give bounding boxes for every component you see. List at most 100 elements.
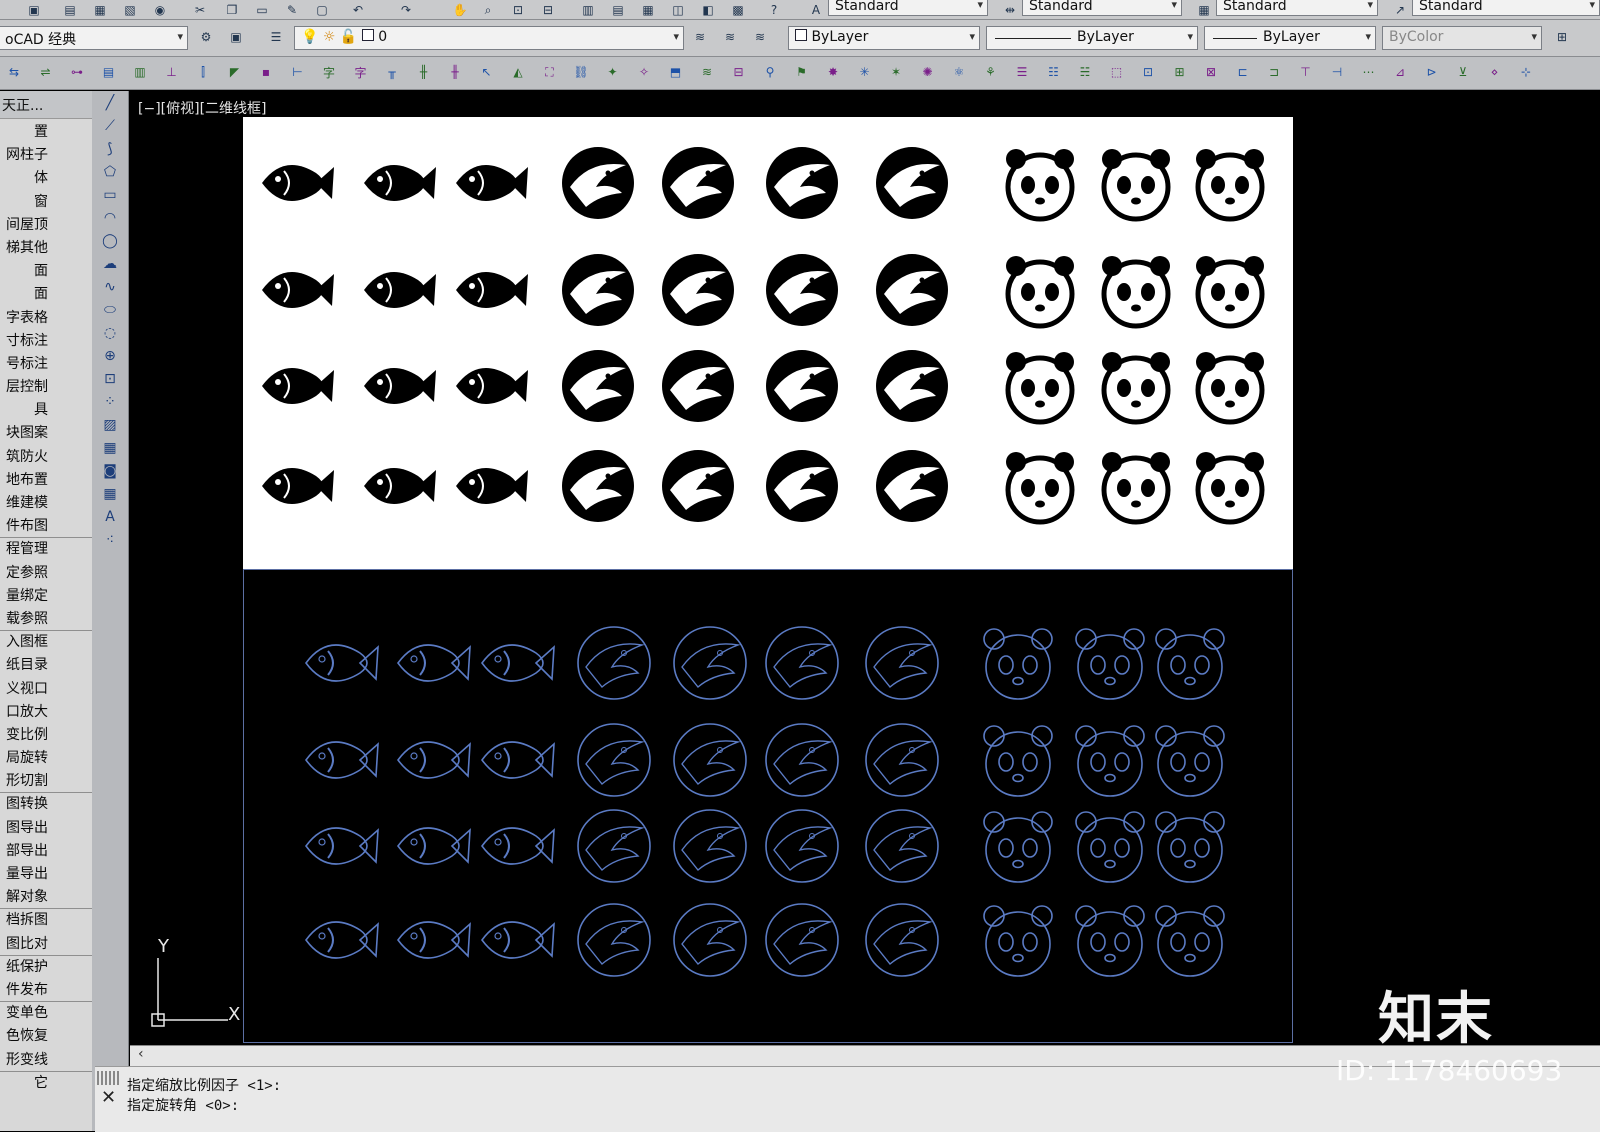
circle-icon[interactable]: ◯ xyxy=(92,229,128,252)
layer-dropdown[interactable]: 💡 ☼ 🔓 0 ▾ xyxy=(294,26,684,50)
command-close-icon[interactable]: ✕ xyxy=(101,1087,116,1108)
tangent-tool-icon[interactable]: ╫ xyxy=(414,64,434,80)
sidebar-item[interactable]: 量导出 xyxy=(0,863,92,886)
workspace-settings-icon[interactable]: ⚙ xyxy=(196,29,216,45)
color-dropdown[interactable]: ByLayer ▾ xyxy=(788,26,980,50)
polyline-icon[interactable]: ⟆ xyxy=(92,137,128,160)
lineweight-dropdown[interactable]: ByLayer ▾ xyxy=(1204,26,1376,50)
tangent-tool-icon[interactable]: ✧ xyxy=(634,64,654,80)
tangent-tool-icon[interactable]: ⬒ xyxy=(666,64,686,80)
tangent-tool-icon[interactable]: ⚛ xyxy=(949,64,969,80)
tangent-tool-icon[interactable]: ⚑ xyxy=(792,64,812,80)
tangent-tool-icon[interactable]: ⊳ xyxy=(1422,64,1442,80)
rectangle-icon[interactable]: ▭ xyxy=(92,183,128,206)
tangent-tool-icon[interactable]: ⊤ xyxy=(1296,64,1316,80)
zoom-realtime-icon[interactable]: ⌕ xyxy=(478,2,498,18)
sidebar-item[interactable]: 维建模 xyxy=(0,492,92,515)
make-block-icon[interactable]: ⊡ xyxy=(92,367,128,390)
sidebar-item[interactable]: 地布置 xyxy=(0,469,92,492)
point-icon[interactable]: ⁘ xyxy=(92,390,128,413)
table-icon[interactable]: ▦ xyxy=(92,482,128,505)
command-grip-icon[interactable] xyxy=(97,1071,121,1085)
sidebar-item[interactable]: 件布图 xyxy=(0,515,92,539)
cut-icon[interactable]: ✂ xyxy=(190,2,210,18)
copy-icon[interactable]: ❐ xyxy=(222,2,242,18)
mtext-icon[interactable]: A xyxy=(92,505,128,528)
tool-palettes-icon[interactable]: ▦ xyxy=(638,2,658,18)
match-prop-icon[interactable]: ✎ xyxy=(282,2,302,18)
tangent-tool-icon[interactable]: ≋ xyxy=(697,64,717,80)
ellipse-arc-icon[interactable]: ◌ xyxy=(92,321,128,344)
help-icon[interactable]: ? xyxy=(764,2,784,18)
sidebar-item[interactable]: 义视口 xyxy=(0,678,92,701)
sidebar-item[interactable]: 变比例 xyxy=(0,724,92,747)
tangent-tool-icon[interactable]: ☰ xyxy=(1012,64,1032,80)
sidebar-item[interactable]: 程管理 xyxy=(0,538,92,561)
tangent-tool-icon[interactable]: ⋯ xyxy=(1359,64,1379,80)
table-style-dropdown[interactable]: Standard ▾ xyxy=(1216,0,1378,16)
zoom-window-icon[interactable]: ⊡ xyxy=(508,2,528,18)
sidebar-item[interactable]: 具 xyxy=(0,399,92,422)
redo-icon[interactable]: ↷ xyxy=(396,2,416,18)
sidebar-item[interactable]: 件发布 xyxy=(0,979,92,1003)
3d-publish-icon[interactable]: ◉ xyxy=(150,2,170,18)
sidebar-item[interactable]: 解对象 xyxy=(0,886,92,910)
undo-icon[interactable]: ↶ xyxy=(348,2,368,18)
tangent-tool-icon[interactable]: ⇆ xyxy=(4,64,24,80)
sidebar-item[interactable]: 它 xyxy=(0,1072,92,1095)
scroll-left-icon[interactable]: ‹ xyxy=(138,1046,144,1062)
quickcalc-icon[interactable]: ▩ xyxy=(728,2,748,18)
sidebar-item[interactable]: 载参照 xyxy=(0,608,92,632)
sidebar-item[interactable]: 网柱子 xyxy=(0,144,92,167)
add-selected-icon[interactable]: ⁖ xyxy=(92,528,128,551)
sidebar-item[interactable]: 定参照 xyxy=(0,562,92,585)
sidebar-item[interactable]: 纸目录 xyxy=(0,654,92,677)
mleader-style-icon[interactable]: ↗ xyxy=(1390,2,1410,18)
sidebar-item[interactable]: 色恢复 xyxy=(0,1025,92,1048)
markup-icon[interactable]: ◧ xyxy=(698,2,718,18)
tangent-tool-icon[interactable]: ⫿ xyxy=(193,64,213,80)
sidebar-item[interactable]: 入图框 xyxy=(0,631,92,654)
make-current-icon[interactable]: ≋ xyxy=(690,29,710,45)
block-editor-icon[interactable]: ▢ xyxy=(312,2,332,18)
gradient-icon[interactable]: ▦ xyxy=(92,436,128,459)
layer-previous-icon[interactable]: ≋ xyxy=(720,29,740,45)
tangent-tool-icon[interactable]: ⛶ xyxy=(540,64,560,80)
tangent-tool-icon[interactable]: ↖ xyxy=(477,64,497,80)
sidebar-item[interactable]: 筑防火 xyxy=(0,446,92,469)
text-style-dropdown[interactable]: Standard ▾ xyxy=(828,0,988,16)
tangent-tool-icon[interactable]: ╥ xyxy=(382,64,402,80)
tangent-tool-icon[interactable]: ⛓ xyxy=(571,64,591,80)
tangent-tool-icon[interactable]: ⊡ xyxy=(1138,64,1158,80)
tangent-tool-icon[interactable]: ⊞ xyxy=(1170,64,1190,80)
sidebar-item[interactable]: 部导出 xyxy=(0,840,92,863)
sheet-set-icon[interactable]: ◫ xyxy=(668,2,688,18)
tangent-tool-icon[interactable]: ⊹ xyxy=(1516,64,1536,80)
revision-cloud-icon[interactable]: ☁ xyxy=(92,252,128,275)
arc-icon[interactable]: ◠ xyxy=(92,206,128,229)
line-icon[interactable]: ╱ xyxy=(92,91,128,114)
tangent-tool-icon[interactable]: ⚘ xyxy=(981,64,1001,80)
sidebar-item[interactable]: 变单色 xyxy=(0,1002,92,1025)
tangent-tool-icon[interactable]: ◭ xyxy=(508,64,528,80)
sidebar-item[interactable]: 梯其他 xyxy=(0,237,92,260)
sidebar-item[interactable]: 图比对 xyxy=(0,933,92,956)
sidebar-item[interactable]: 图转换 xyxy=(0,793,92,816)
plotstyle-icon[interactable]: ⊞ xyxy=(1552,29,1572,45)
tangent-tool-icon[interactable]: ⊐ xyxy=(1264,64,1284,80)
sidebar-item[interactable]: 口放大 xyxy=(0,701,92,724)
print-icon[interactable]: ▤ xyxy=(60,2,80,18)
tangent-tool-icon[interactable]: ✸ xyxy=(823,64,843,80)
preview-icon[interactable]: ▦ xyxy=(90,2,110,18)
layer-manager-icon[interactable]: ☰ xyxy=(266,29,286,45)
sidebar-header[interactable]: 天正... xyxy=(0,91,92,119)
sidebar-item[interactable]: 体 xyxy=(0,167,92,190)
viewport-controls-label[interactable]: [−][俯视][二维线框] xyxy=(138,98,267,118)
tangent-tool-icon[interactable]: ✳ xyxy=(855,64,875,80)
sidebar-item[interactable]: 字表格 xyxy=(0,307,92,330)
tangent-tool-icon[interactable]: ⋄ xyxy=(1485,64,1505,80)
sidebar-item[interactable]: 寸标注 xyxy=(0,330,92,353)
pan-icon[interactable]: ✋ xyxy=(450,2,470,18)
sidebar-item[interactable]: 图导出 xyxy=(0,817,92,840)
sidebar-item[interactable]: 量绑定 xyxy=(0,585,92,608)
